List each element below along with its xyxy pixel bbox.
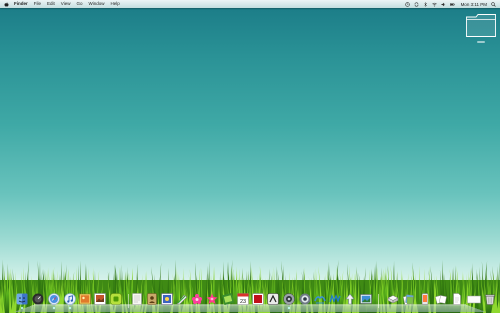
- ical-icon[interactable]: [222, 293, 234, 305]
- quicktime-icon[interactable]: [176, 293, 188, 305]
- app-dark-icon[interactable]: [267, 293, 279, 305]
- menu-go[interactable]: Go: [76, 0, 82, 8]
- volume-icon[interactable]: [441, 2, 446, 7]
- calendar-icon[interactable]: 23: [237, 293, 249, 305]
- itunes-icon[interactable]: [64, 293, 76, 305]
- text-stack-icon[interactable]: [435, 293, 447, 305]
- menu-file[interactable]: File: [34, 0, 41, 8]
- time-machine-icon[interactable]: [404, 1, 410, 7]
- svg-text:23: 23: [240, 299, 246, 305]
- app-green-icon[interactable]: [110, 293, 122, 305]
- menu-edit[interactable]: Edit: [47, 0, 55, 8]
- system-preferences-icon[interactable]: [283, 293, 295, 305]
- wifi-icon[interactable]: [431, 2, 437, 7]
- folder-icon: [465, 14, 497, 42]
- menu-window[interactable]: Window: [89, 0, 105, 8]
- desktop: Finder File Edit View Go Window Help Mon…: [0, 0, 500, 313]
- running-indicator: [53, 307, 55, 309]
- battery-icon[interactable]: [449, 2, 455, 7]
- finder-icon[interactable]: [16, 293, 28, 305]
- app-red-icon[interactable]: [252, 293, 264, 305]
- preview-icon[interactable]: [360, 293, 372, 305]
- dashboard-icon[interactable]: [32, 293, 44, 305]
- menu-clock[interactable]: Mon 3:11 PM: [461, 2, 487, 7]
- running-indicator: [288, 307, 290, 309]
- desktop-folder[interactable]: [465, 12, 497, 46]
- app-wave-icon[interactable]: [329, 293, 341, 305]
- pages-icon[interactable]: [191, 293, 203, 305]
- menu-extras: Mon 3:11 PM: [401, 0, 496, 8]
- phone-icon[interactable]: [419, 293, 431, 305]
- page-icon[interactable]: [451, 293, 463, 305]
- iphoto-album-icon[interactable]: [161, 293, 173, 305]
- textedit-icon[interactable]: [131, 293, 143, 305]
- sync-icon[interactable]: [414, 1, 419, 7]
- menu-help[interactable]: Help: [111, 0, 120, 8]
- apple-icon[interactable]: [4, 1, 9, 7]
- downloads-stack-icon[interactable]: [467, 293, 481, 305]
- menu-view[interactable]: View: [61, 0, 71, 8]
- app-bird-icon[interactable]: [314, 293, 326, 305]
- dock-items: 23: [14, 293, 495, 311]
- running-indicator: [69, 307, 71, 309]
- photo-booth-icon[interactable]: [206, 293, 218, 305]
- menu-bar: Finder File Edit View Go Window Help Mon…: [0, 0, 500, 8]
- dock-separator: [128, 294, 129, 308]
- trash-icon[interactable]: [484, 293, 496, 305]
- app-blue-icon[interactable]: [299, 293, 311, 305]
- menu-app-name[interactable]: Finder: [14, 0, 28, 8]
- folder-label: [477, 41, 485, 43]
- preview-pictures-icon[interactable]: [94, 293, 106, 305]
- bluetooth-icon[interactable]: [423, 1, 428, 7]
- dock-separator: [378, 294, 379, 308]
- iphoto-icon[interactable]: [79, 293, 91, 305]
- spotlight-icon[interactable]: [491, 1, 496, 7]
- documents-stack-icon[interactable]: [403, 293, 415, 305]
- drive-stack-icon[interactable]: [387, 293, 399, 305]
- running-indicator: [21, 307, 23, 309]
- safari-icon[interactable]: [48, 293, 60, 305]
- dock: 23: [14, 293, 495, 312]
- upload-icon[interactable]: [344, 293, 356, 305]
- contacts-icon[interactable]: [146, 293, 158, 305]
